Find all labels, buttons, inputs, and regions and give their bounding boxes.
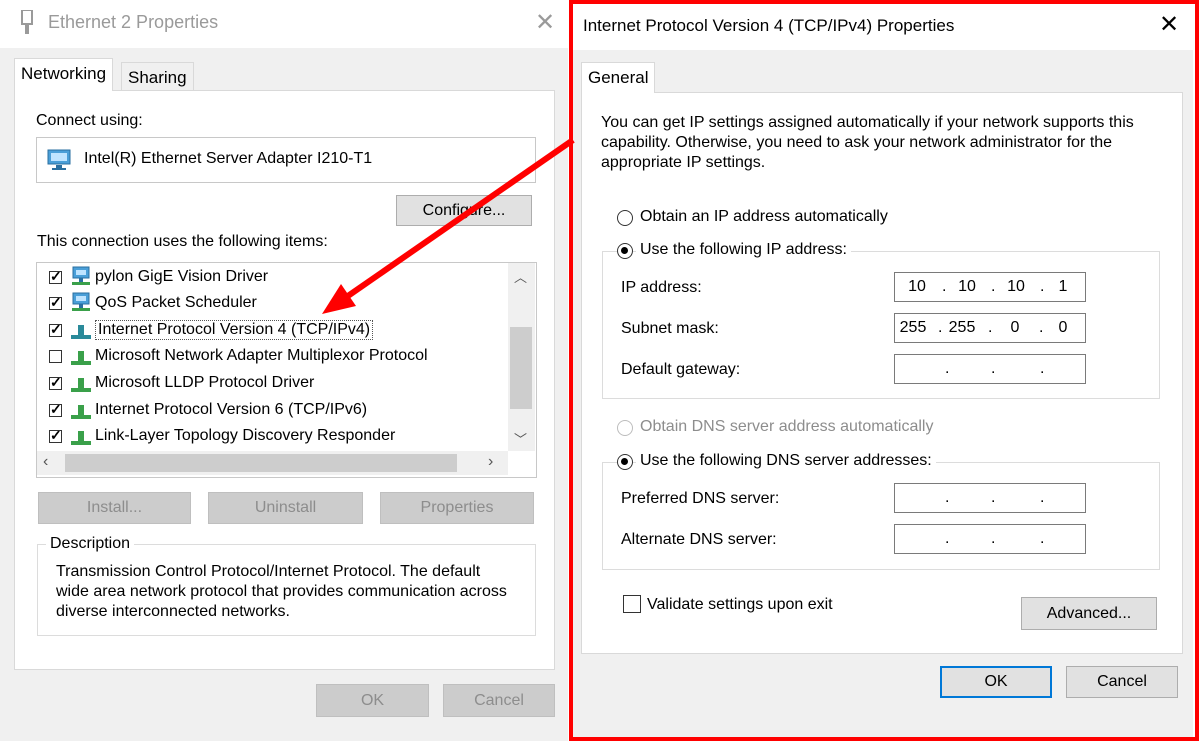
tab-networking[interactable]: Networking	[14, 58, 114, 91]
tab-general[interactable]: General	[581, 62, 656, 93]
annotation-arrow	[322, 137, 575, 314]
arrow-shaft	[343, 137, 575, 301]
arrow-head	[322, 284, 356, 314]
